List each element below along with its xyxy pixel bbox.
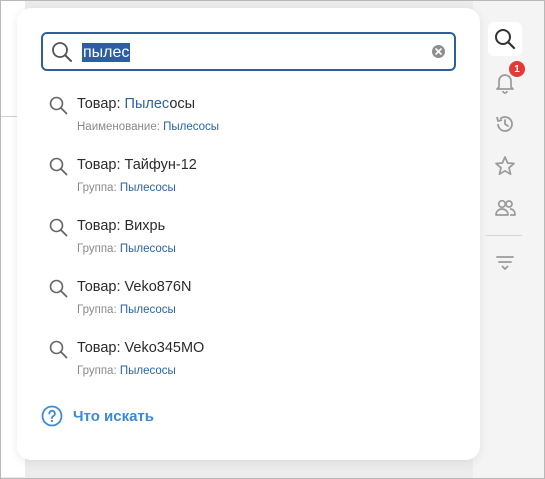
favorites-button[interactable]: [488, 149, 522, 183]
history-button[interactable]: [488, 107, 522, 141]
search-icon: [49, 96, 68, 115]
search-result-item[interactable]: Товар: Вихрь Группа: Пылесосы: [17, 216, 480, 274]
filter-button[interactable]: [488, 245, 522, 279]
search-input-value[interactable]: пылес: [82, 43, 131, 62]
search-result-item[interactable]: Товар: Veko876N Группа: Пылесосы: [17, 277, 480, 335]
result-title: Товар: Вихрь: [77, 218, 166, 234]
search-toolbar-button[interactable]: [488, 22, 522, 56]
search-icon: [52, 42, 72, 62]
result-title: Товар: Пылесосы: [77, 96, 196, 112]
result-title: Товар: Veko876N: [77, 279, 192, 295]
toolbar-divider: [486, 235, 522, 236]
help-icon: [41, 405, 63, 427]
users-button[interactable]: [488, 191, 522, 225]
search-icon: [49, 157, 68, 176]
result-subtitle: Группа: Пылесосы: [77, 243, 176, 255]
search-icon: [49, 279, 68, 298]
result-title: Товар: Veko345MO: [77, 340, 205, 356]
star-icon: [495, 156, 515, 176]
result-title-match: Пылес: [124, 96, 170, 112]
search-result-item[interactable]: Товар: Тайфун-12 Группа: Пылесосы: [17, 155, 480, 213]
result-subtitle: Группа: Пылесосы: [77, 365, 176, 377]
search-icon: [49, 340, 68, 359]
search-popup: пылес Товар: Пылесосы Наименование: Пыле…: [17, 8, 480, 460]
help-link[interactable]: Что искать: [41, 405, 154, 427]
history-icon: [496, 116, 513, 132]
result-subtitle: Группа: Пылесосы: [77, 304, 176, 316]
search-result-item[interactable]: Товар: Veko345MO Группа: Пылесосы: [17, 338, 480, 396]
result-subtitle: Группа: Пылесосы: [77, 182, 176, 194]
search-input[interactable]: пылес: [41, 32, 456, 71]
search-result-item[interactable]: Товар: Пылесосы Наименование: Пылесосы: [17, 94, 480, 152]
users-icon: [495, 199, 516, 216]
clear-icon[interactable]: [431, 44, 446, 59]
search-icon: [49, 218, 68, 237]
help-label: Что искать: [73, 407, 154, 425]
result-subtitle: Наименование: Пылесосы: [77, 121, 220, 133]
result-title: Товар: Тайфун-12: [77, 157, 197, 173]
notification-badge: 1: [509, 61, 525, 77]
filter-icon: [496, 256, 514, 270]
search-icon: [495, 29, 516, 50]
